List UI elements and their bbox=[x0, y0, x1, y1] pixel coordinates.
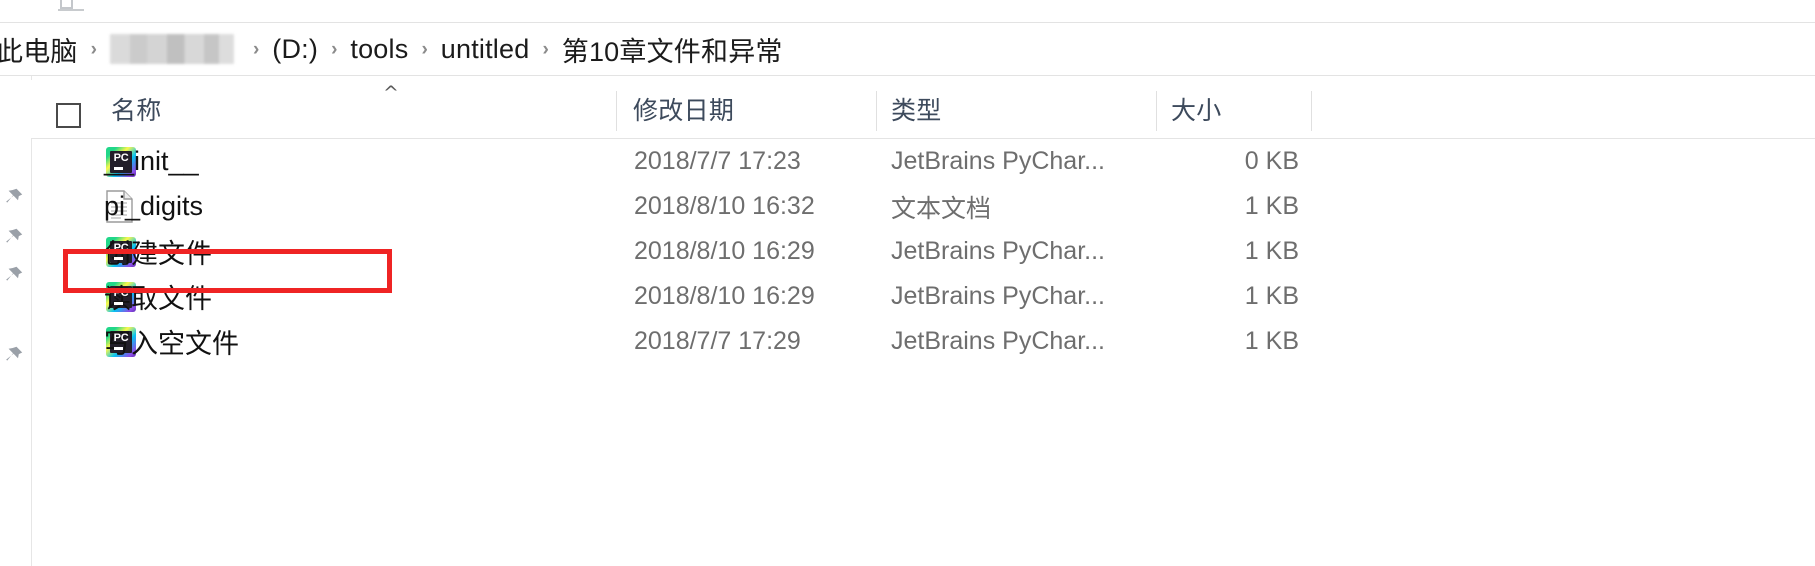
breadcrumb-separator-5: › bbox=[542, 39, 549, 60]
breadcrumb-separator-2: › bbox=[252, 39, 260, 60]
pin-icon[interactable] bbox=[1, 226, 25, 250]
table-row[interactable]: PC 创建文件 2018/8/10 16:29 JetBrains PyChar...… bbox=[31, 229, 1815, 274]
column-header-size[interactable]: 大小 bbox=[1171, 80, 1222, 138]
file-size: 1 KB bbox=[1244, 282, 1299, 310]
file-list[interactable]: PC __init__ 2018/7/7 17:23 JetBrains PyChar… bbox=[31, 139, 1815, 469]
file-date-modified: 2018/7/7 17:29 bbox=[634, 327, 801, 355]
breadcrumb-separator-1: › bbox=[90, 39, 97, 60]
file-date-modified: 2018/8/10 16:29 bbox=[634, 237, 815, 265]
breadcrumb-separator-3: › bbox=[331, 39, 338, 60]
sort-ascending-caret-icon[interactable]: ^ bbox=[383, 84, 399, 103]
file-size: 1 KB bbox=[1244, 327, 1299, 355]
pin-icon[interactable] bbox=[1, 344, 25, 368]
file-type: JetBrains PyChar... bbox=[891, 327, 1105, 355]
file-size: 1 KB bbox=[1244, 237, 1299, 265]
file-name[interactable]: pi_digits bbox=[104, 184, 203, 229]
pin-icon[interactable] bbox=[1, 264, 25, 288]
column-divider-0[interactable] bbox=[616, 91, 617, 131]
select-all-checkbox[interactable] bbox=[56, 103, 81, 128]
column-divider-1[interactable] bbox=[876, 91, 877, 131]
file-type: JetBrains PyChar... bbox=[891, 147, 1105, 175]
table-row[interactable]: PC 读取文件 2018/8/10 16:29 JetBrains PyChar...… bbox=[31, 274, 1815, 319]
file-type: JetBrains PyChar... bbox=[891, 237, 1105, 265]
column-header-name[interactable]: 名称 bbox=[111, 80, 162, 138]
breadcrumb-item-0[interactable]: 此电脑 bbox=[0, 30, 78, 69]
navigation-pane-rail[interactable] bbox=[0, 76, 32, 566]
breadcrumb-item-redacted[interactable] bbox=[109, 34, 234, 64]
column-header-row[interactable]: 名称 修改日期 类型 大小 bbox=[31, 80, 1815, 139]
file-size: 1 KB bbox=[1244, 192, 1299, 220]
breadcrumb-separator-4: › bbox=[421, 39, 428, 60]
breadcrumb[interactable]: 此电脑 › › (D:) › tools › untitled › 第10章文件和异常 bbox=[0, 23, 1815, 75]
toolbar-icon-remnant-inner bbox=[60, 0, 73, 9]
column-divider-2[interactable] bbox=[1156, 91, 1157, 131]
file-date-modified: 2018/8/10 16:32 bbox=[634, 192, 815, 220]
file-date-modified: 2018/8/10 16:29 bbox=[634, 282, 815, 310]
file-size: 0 KB bbox=[1244, 147, 1299, 175]
column-divider-3[interactable] bbox=[1311, 91, 1312, 131]
column-header-date[interactable]: 修改日期 bbox=[633, 80, 734, 138]
column-header-type[interactable]: 类型 bbox=[891, 80, 942, 138]
file-type: JetBrains PyChar... bbox=[891, 282, 1105, 310]
toolbar-remnant-strip bbox=[0, 0, 1815, 22]
table-row[interactable]: pi_digits 2018/8/10 16:32 文本文档 1 KB bbox=[31, 184, 1815, 229]
file-type: 文本文档 bbox=[891, 194, 992, 223]
table-row[interactable]: PC 写入空文件 2018/7/7 17:29 JetBrains PyChar...… bbox=[31, 319, 1815, 364]
breadcrumb-item-3[interactable]: tools bbox=[350, 34, 408, 65]
breadcrumb-item-4[interactable]: untitled bbox=[441, 34, 530, 65]
pin-icon[interactable] bbox=[1, 186, 25, 210]
breadcrumb-item-5[interactable]: 第10章文件和异常 bbox=[562, 30, 783, 69]
table-row[interactable]: PC __init__ 2018/7/7 17:23 JetBrains PyChar… bbox=[31, 139, 1815, 184]
file-date-modified: 2018/7/7 17:23 bbox=[634, 147, 801, 175]
breadcrumb-divider bbox=[0, 75, 1815, 76]
breadcrumb-item-2[interactable]: (D:) bbox=[272, 34, 318, 65]
